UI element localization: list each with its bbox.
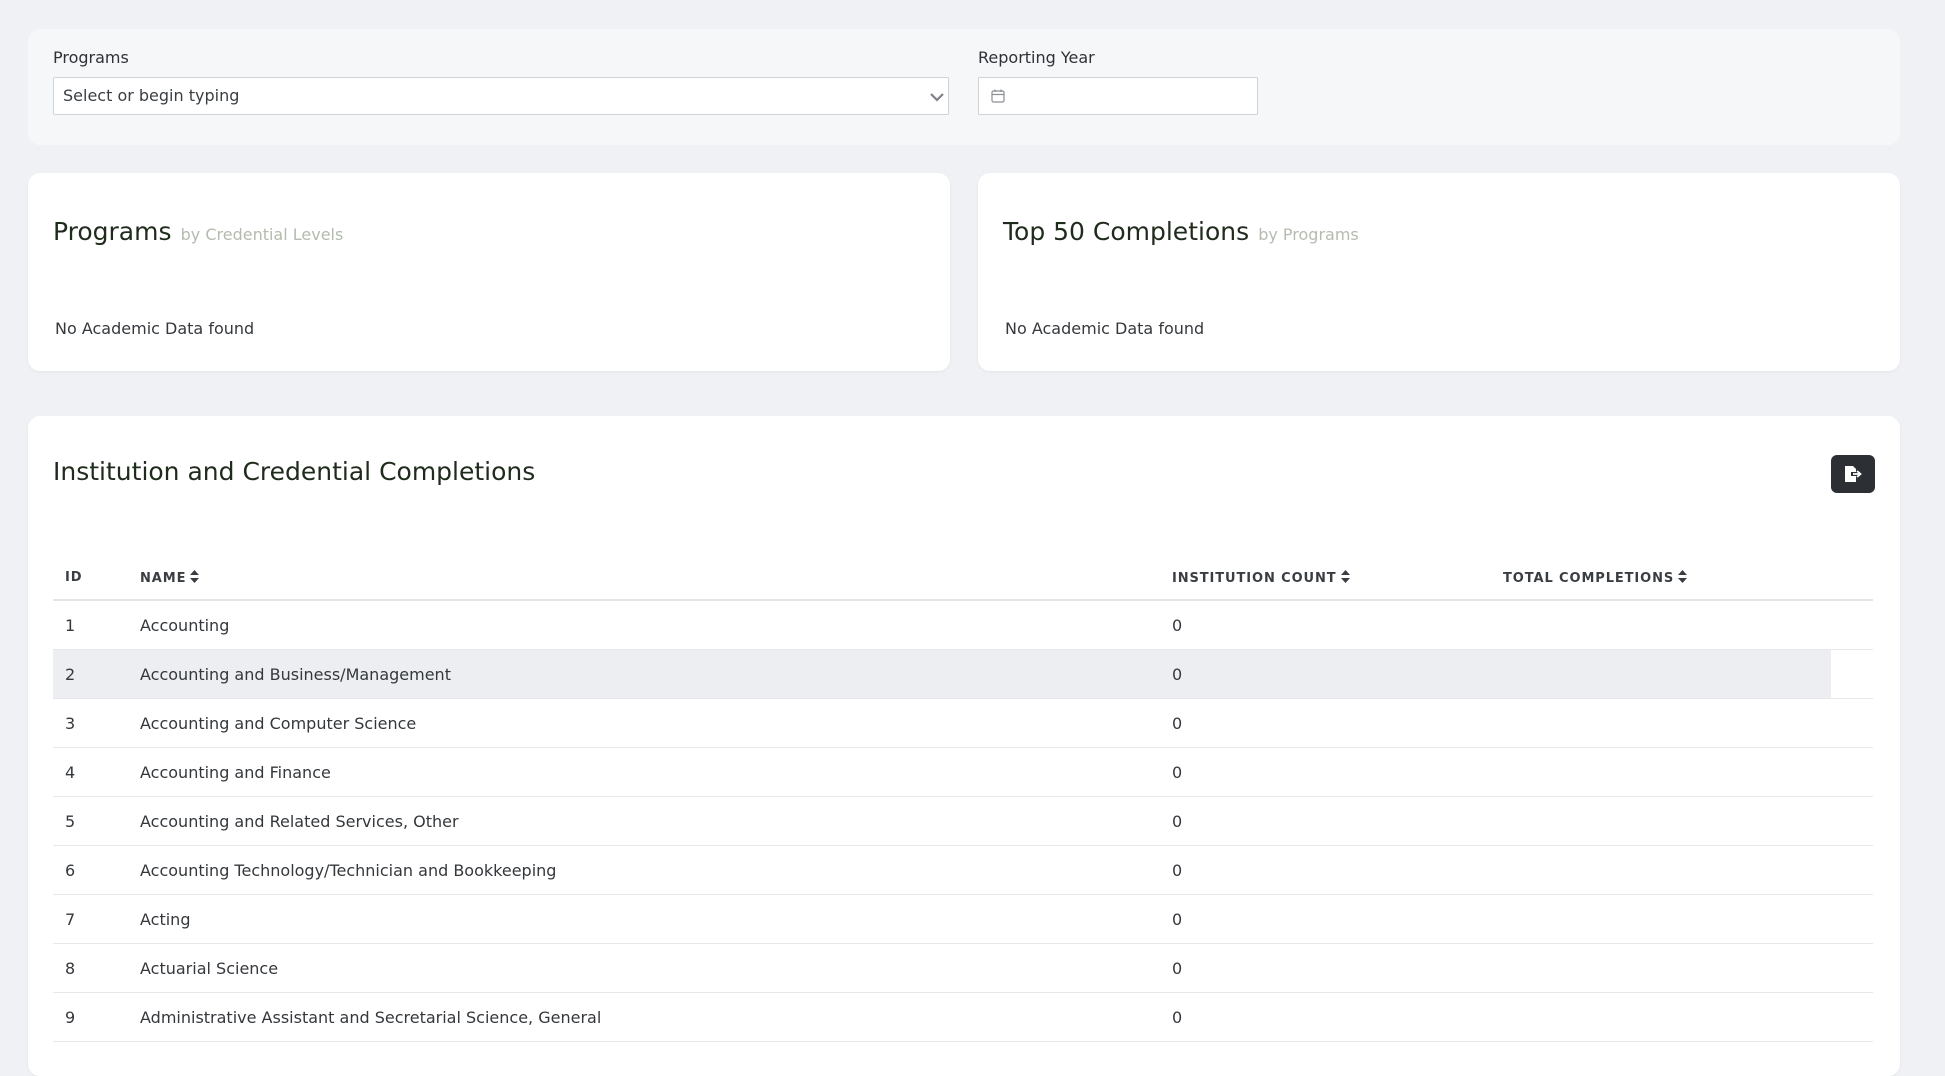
programs-label: Programs	[53, 48, 129, 67]
reporting-year-input[interactable]	[978, 77, 1258, 115]
table-body: 1 Accounting 0 2 Accounting and Business/Ma…	[53, 601, 1873, 1042]
row-id: 3	[65, 714, 76, 733]
row-institution-count: 0	[1172, 763, 1183, 782]
top50-card-title: Top 50 Completions by Programs	[1003, 217, 1359, 246]
row-institution-count: 0	[1172, 812, 1183, 831]
table-row[interactable]: 7 Acting 0	[53, 895, 1873, 944]
row-name: Acting	[140, 910, 191, 929]
top50-card: Top 50 Completions by Programs No Academ…	[978, 173, 1900, 371]
table-row[interactable]: 4 Accounting and Finance 0	[53, 748, 1873, 797]
row-institution-count: 0	[1172, 861, 1183, 880]
programs-card-subtitle: by Credential Levels	[180, 225, 344, 244]
programs-select[interactable]: Select or begin typing	[53, 77, 949, 115]
row-id: 7	[65, 910, 76, 929]
table-row[interactable]: 3 Accounting and Computer Science 0	[53, 699, 1873, 748]
row-institution-count: 0	[1172, 665, 1183, 684]
row-id: 9	[65, 1008, 76, 1027]
column-header-name-label: NAME	[140, 571, 187, 586]
completions-table-card: Institution and Credential Completions I…	[28, 416, 1900, 1076]
column-header-total-label: TOTAL COMPLETIONS	[1503, 571, 1675, 586]
column-header-id: ID	[65, 570, 83, 585]
column-header-name[interactable]: NAME	[140, 570, 200, 586]
programs-card: Programs by Credential Levels No Academi…	[28, 173, 950, 371]
row-id: 2	[65, 665, 76, 684]
row-id: 5	[65, 812, 76, 831]
programs-card-title: Programs by Credential Levels	[53, 217, 343, 246]
column-header-total-completions[interactable]: TOTAL COMPLETIONS	[1503, 570, 1688, 586]
row-name: Accounting Technology/Technician and Boo…	[140, 861, 557, 880]
sort-icon[interactable]	[1678, 570, 1688, 583]
row-id: 8	[65, 959, 76, 978]
top50-card-heading: Top 50 Completions	[1003, 217, 1250, 246]
table-header: ID NAME INSTITUTION COUNT TOTAL COMPLETI…	[53, 554, 1873, 601]
row-institution-count: 0	[1172, 959, 1183, 978]
row-name: Accounting and Related Services, Other	[140, 812, 459, 831]
reporting-year-label: Reporting Year	[978, 48, 1095, 67]
table-row[interactable]: 2 Accounting and Business/Management 0	[53, 650, 1873, 699]
row-institution-count: 0	[1172, 910, 1183, 929]
row-name: Accounting and Computer Science	[140, 714, 417, 733]
row-name: Administrative Assistant and Secretarial…	[140, 1008, 602, 1027]
sort-icon[interactable]	[1340, 570, 1350, 583]
table-row[interactable]: 6 Accounting Technology/Technician and Bo…	[53, 846, 1873, 895]
row-institution-count: 0	[1172, 616, 1183, 635]
table-row[interactable]: 8 Actuarial Science 0	[53, 944, 1873, 993]
row-id: 4	[65, 763, 76, 782]
table-row[interactable]: 1 Accounting 0	[53, 601, 1873, 650]
column-header-institution-count[interactable]: INSTITUTION COUNT	[1172, 570, 1350, 586]
calendar-icon	[991, 89, 1005, 103]
filter-panel: Programs Select or begin typing Reportin…	[28, 29, 1900, 145]
row-institution-count: 0	[1172, 1008, 1183, 1027]
row-institution-count: 0	[1172, 714, 1183, 733]
top50-empty-message: No Academic Data found	[1005, 319, 1205, 338]
row-name: Accounting and Finance	[140, 763, 331, 782]
table-row[interactable]: 9 Administrative Assistant and Secretaria…	[53, 993, 1873, 1042]
programs-select-placeholder: Select or begin typing	[63, 86, 240, 105]
row-id: 1	[65, 616, 76, 635]
programs-empty-message: No Academic Data found	[55, 319, 255, 338]
table-title: Institution and Credential Completions	[53, 457, 536, 486]
column-header-count-label: INSTITUTION COUNT	[1172, 571, 1337, 586]
programs-card-heading: Programs	[53, 217, 172, 246]
chevron-down-icon[interactable]	[929, 89, 945, 105]
export-button[interactable]	[1831, 455, 1875, 493]
row-id: 6	[65, 861, 76, 880]
top50-card-subtitle: by Programs	[1258, 225, 1359, 244]
file-export-icon	[1845, 466, 1862, 482]
row-name: Accounting and Business/Management	[140, 665, 451, 684]
row-name: Accounting	[140, 616, 230, 635]
table-row[interactable]: 5 Accounting and Related Services, Other 0	[53, 797, 1873, 846]
row-name: Actuarial Science	[140, 959, 279, 978]
sort-icon[interactable]	[190, 570, 200, 583]
